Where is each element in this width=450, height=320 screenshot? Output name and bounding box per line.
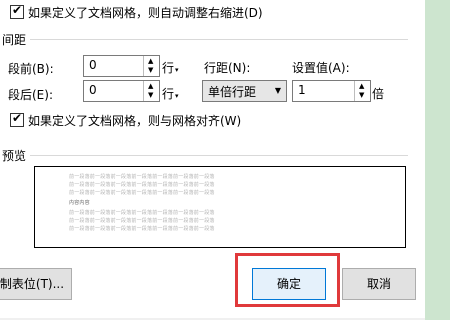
after-spin-buttons: ▲ ▼: [143, 81, 159, 101]
spin-up-icon[interactable]: ▲: [359, 82, 364, 90]
cancel-button[interactable]: 取消: [342, 268, 416, 300]
side-background: [425, 0, 450, 320]
preview-current-paragraph: 内容内容: [69, 200, 90, 206]
after-unit-dropdown[interactable]: 行▾: [162, 85, 179, 102]
before-label: 段前(B):: [8, 62, 54, 76]
line-spacing-value: 单倍行距: [208, 85, 257, 99]
line-spacing-select[interactable]: 单倍行距 ▼: [202, 80, 287, 102]
auto-right-indent-label: 如果定义了文档网格，则自动调整右缩进(D): [28, 6, 263, 20]
line-spacing-label: 行距(N):: [204, 61, 251, 75]
preview-previous-paragraph: 前一段落前一段落前一段落前一段落前一段落前一段落前一段落: [69, 182, 215, 188]
set-value-spinbox[interactable]: 1 ▲ ▼: [292, 80, 371, 102]
grid-align-checkbox[interactable]: ✔: [10, 111, 24, 127]
spacing-section-title: 间距: [2, 33, 27, 47]
after-unit-label: 行: [162, 87, 175, 101]
unit-dropdown-icon: ▾: [175, 66, 179, 74]
after-value[interactable]: 0: [89, 83, 97, 97]
after-spinbox[interactable]: 0 ▲ ▼: [83, 80, 160, 102]
unit-dropdown-icon: ▾: [175, 92, 179, 100]
set-value-value[interactable]: 1: [298, 83, 306, 97]
spin-up-icon[interactable]: ▲: [148, 82, 153, 90]
preview-next-paragraph: 前一段落前一段落前一段落前一段落前一段落前一段落前一段落: [69, 210, 215, 216]
spin-up-icon[interactable]: ▲: [148, 57, 153, 65]
checkmark-icon: ✔: [12, 3, 23, 17]
before-spinbox[interactable]: 0 ▲ ▼: [83, 55, 160, 77]
grid-align-label: 如果定义了文档网格，则与网格对齐(W): [28, 114, 242, 128]
set-value-spin-buttons: ▲ ▼: [354, 81, 370, 101]
set-value-unit: 倍: [372, 87, 385, 101]
before-value[interactable]: 0: [89, 58, 97, 72]
ok-highlight-box: [235, 253, 340, 307]
preview-previous-paragraph: 前一段落前一段落前一段落前一段落前一段落前一段落前一段落: [69, 190, 215, 196]
before-unit-label: 行: [162, 61, 175, 75]
spin-down-icon[interactable]: ▼: [148, 66, 153, 74]
preview-previous-paragraph: 前一段落前一段落前一段落前一段落前一段落前一段落前一段落: [69, 174, 215, 180]
spin-down-icon[interactable]: ▼: [148, 91, 153, 99]
before-spin-buttons: ▲ ▼: [143, 56, 159, 76]
spacing-divider: [30, 39, 408, 40]
preview-box: 前一段落前一段落前一段落前一段落前一段落前一段落前一段落 前一段落前一段落前一段…: [34, 166, 406, 248]
chevron-down-icon: ▼: [274, 86, 281, 95]
set-value-label: 设置值(A):: [292, 61, 350, 75]
tabs-button[interactable]: 制表位(T)...: [0, 268, 72, 300]
paragraph-dialog: ✔ 如果定义了文档网格，则自动调整右缩进(D) 间距 段前(B): 0 ▲ ▼ …: [0, 0, 425, 320]
checkmark-icon: ✔: [12, 111, 23, 125]
spin-down-icon[interactable]: ▼: [359, 91, 364, 99]
preview-next-paragraph: 前一段落前一段落前一段落前一段落前一段落前一段落前一段落: [69, 218, 215, 224]
before-unit-dropdown[interactable]: 行▾: [162, 59, 179, 76]
auto-right-indent-checkbox[interactable]: ✔: [10, 3, 24, 19]
preview-section-title: 预览: [2, 149, 27, 163]
preview-divider: [30, 155, 408, 156]
after-label: 段后(E):: [8, 88, 53, 102]
preview-next-paragraph: 前一段落前一段落前一段落前一段落前一段落前一段落前一段落: [69, 226, 215, 232]
